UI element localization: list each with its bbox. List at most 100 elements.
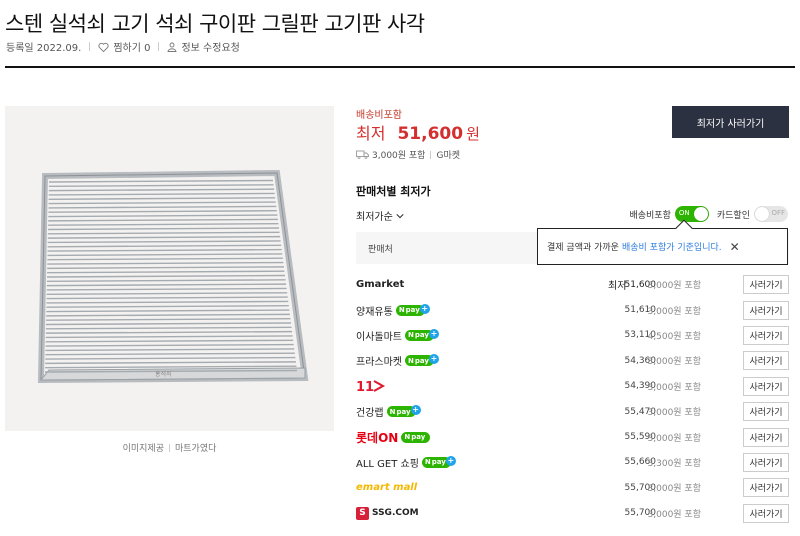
- seller-shipping: 3,000원 포함: [647, 382, 701, 393]
- toggle-state: ON: [678, 209, 690, 217]
- truck-icon: [356, 150, 369, 159]
- buy-button[interactable]: 사러가기: [743, 376, 789, 396]
- buy-button[interactable]: 사러가기: [743, 452, 789, 472]
- buy-button[interactable]: 사러가기: [743, 478, 789, 498]
- seller-shipping: 4,500원 포함: [647, 331, 701, 342]
- naver-pay-badge: Npay +: [405, 328, 439, 341]
- product-title: 스텐 실석쇠 고기 석쇠 구이판 그릴판 고기판 사각: [5, 12, 425, 36]
- seller-list: Gmarket 최저 51,600 3,000원 포함 사러가기 양재유통 Npay +51,…: [356, 272, 789, 526]
- report-label: 정보 수정요청: [181, 43, 240, 54]
- seller-shipping: 3,000원 포함: [647, 433, 701, 444]
- seller-shipping: 3,300원 포함: [647, 458, 701, 469]
- image-caption: 이미지제공 마트가였다: [5, 441, 334, 454]
- seller-name[interactable]: 양재유통 Npay +: [356, 303, 430, 318]
- product-image[interactable]: 홍석쇠: [5, 106, 334, 431]
- plus-icon: +: [428, 328, 439, 339]
- npay-n-icon: N: [389, 407, 396, 416]
- wishlist-button[interactable]: 찜하기 0: [98, 39, 150, 54]
- shipping-included-note: 배송비포함: [356, 110, 402, 121]
- buy-button[interactable]: 사러가기: [743, 402, 789, 422]
- seller-label: 건강랩: [356, 408, 384, 420]
- npay-label: pay: [414, 356, 429, 365]
- divider: [158, 42, 160, 51]
- seller-label: 프라스마켓: [356, 357, 402, 369]
- table-row: 양재유통 Npay +51,610 3,000원 포함 사러가기: [356, 297, 789, 322]
- shipping-fee: 3,000원 포함: [372, 151, 426, 161]
- npay-label: pay: [414, 331, 429, 340]
- seller-shipping: 3,000원 포함: [647, 509, 701, 520]
- tooltip-arrow: [675, 219, 693, 237]
- npay-label: pay: [405, 306, 420, 315]
- chevron-down-icon: [396, 213, 404, 218]
- table-row: 롯데ON Npay 55,590 3,000원 포함 사러가기: [356, 424, 789, 449]
- lowest-sub-info: 3,000원 포함 G마켓: [356, 148, 460, 161]
- naver-pay-badge: Npay +: [386, 405, 421, 418]
- shipping-tooltip: 결제 금액과 가까운 배송비 포함가 기준입니다. ✕: [537, 219, 788, 265]
- buy-button[interactable]: 사러가기: [743, 427, 789, 447]
- npay-n-icon: N: [424, 458, 431, 467]
- buy-lowest-button[interactable]: 최저가 사러가기: [672, 106, 789, 138]
- buy-button[interactable]: 사러가기: [743, 351, 789, 371]
- plus-icon: +: [410, 405, 421, 416]
- card-toggle-label: 카드할인: [716, 210, 750, 221]
- seller-name[interactable]: 건강랩 Npay +: [356, 404, 421, 420]
- table-row: 이사돌마트 Npay +53,110 4,500원 포함 사러가기: [356, 323, 789, 348]
- naver-pay-badge: Npay: [401, 431, 431, 443]
- user-icon: [167, 42, 177, 52]
- npay-label: pay: [431, 458, 446, 467]
- sellers-section-title: 판매처별 최저가: [356, 185, 431, 198]
- seller-shipping: 3,000원 포함: [647, 306, 701, 317]
- sort-label: 최저가순: [356, 212, 393, 223]
- ssg-logo: S SSG.COM: [356, 506, 419, 520]
- shipping-toggle[interactable]: ON: [674, 206, 709, 222]
- plus-icon: +: [428, 354, 439, 365]
- table-row: Gmarket 최저 51,600 3,000원 포함 사러가기: [356, 272, 789, 297]
- seller-shipping: 3,000원 포함: [647, 484, 701, 495]
- table-row: 프라스마켓 Npay +54,360 3,000원 포함 사러가기: [356, 348, 789, 373]
- image-store: 마트가였다: [175, 444, 217, 454]
- toggle-state: OFF: [771, 209, 785, 217]
- table-row: 건강랩 Npay +55,470 3,000원 포함 사러가기: [356, 399, 789, 424]
- plus-icon: +: [419, 303, 430, 314]
- seller-name[interactable]: S SSG.COM: [356, 506, 419, 520]
- divider: [89, 42, 91, 51]
- seller-shipping: 3,000원 포함: [647, 408, 701, 419]
- buy-button[interactable]: 사러가기: [743, 300, 789, 320]
- ssg-label: SSG.COM: [372, 508, 419, 519]
- sort-dropdown[interactable]: 최저가순: [356, 208, 404, 223]
- tooltip-highlight: 배송비 포함가 기준입니다.: [621, 243, 722, 253]
- ssg-mark-icon: S: [356, 506, 369, 520]
- grill-stamp: 홍석쇠: [155, 370, 172, 378]
- grill-illustration: 홍석쇠: [5, 106, 334, 431]
- seller-name[interactable]: 이사돌마트 Npay +: [356, 328, 439, 343]
- seller-name[interactable]: Gmarket: [356, 279, 404, 290]
- buy-button[interactable]: 사러가기: [743, 503, 789, 523]
- seller-name[interactable]: 프라스마켓 Npay +: [356, 353, 439, 369]
- table-row: 11 54,390 3,000원 포함 사러가기: [356, 374, 789, 399]
- buy-button[interactable]: 사러가기: [743, 325, 789, 345]
- heart-icon: [98, 42, 109, 52]
- npay-n-icon: N: [408, 331, 414, 340]
- seller-name[interactable]: 11: [356, 379, 386, 393]
- seller-name[interactable]: ALL GET 쇼핑 Npay +: [356, 455, 456, 470]
- seller-label: 양재유통: [356, 306, 393, 318]
- seller-label: ALL GET 쇼핑: [356, 458, 419, 470]
- filter-toggles: 배송비포함 ON 카드할인 OFF: [629, 206, 788, 222]
- close-icon[interactable]: ✕: [730, 240, 740, 254]
- toggle-knob: [693, 207, 708, 221]
- card-discount-toggle[interactable]: OFF: [754, 206, 788, 222]
- title-divider: [5, 66, 795, 68]
- report-button[interactable]: 정보 수정요청: [167, 39, 240, 54]
- lowest-price: 51,600: [397, 124, 464, 144]
- naver-pay-badge: Npay +: [395, 303, 430, 316]
- naver-pay-badge: Npay +: [421, 455, 456, 468]
- seller-name[interactable]: 롯데ON Npay: [356, 429, 431, 446]
- npay-label: pay: [396, 407, 411, 416]
- buy-button[interactable]: 사러가기: [743, 275, 789, 295]
- lowest-price-row: 최저 51,600 원: [356, 120, 480, 144]
- lowest-seller: G마켓: [436, 151, 461, 161]
- npay-n-icon: N: [398, 306, 405, 315]
- emart-mall-logo: emart mall: [356, 482, 418, 494]
- lotteon-logo: 롯데ON: [356, 430, 399, 445]
- seller-name[interactable]: emart mall: [356, 482, 417, 493]
